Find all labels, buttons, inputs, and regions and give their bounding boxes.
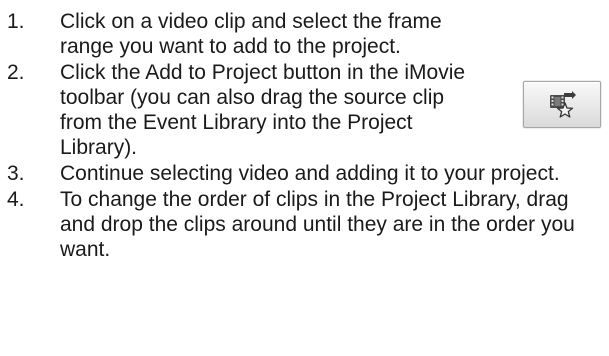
step-text: To change the order of clips in the Proj… xyxy=(60,188,575,261)
instruction-steps: 1. Click on a video clip and select the … xyxy=(0,9,609,262)
step-text: Click on a video clip and select the fra… xyxy=(60,10,442,58)
step-number: 1. xyxy=(7,10,25,33)
add-to-project-button[interactable] xyxy=(523,81,601,128)
step-number: 2. xyxy=(7,61,25,84)
step-text: Click the Add to Project button in the i… xyxy=(60,61,466,159)
step-1: 1. Click on a video clip and select the … xyxy=(0,9,609,59)
step-number: 4. xyxy=(7,188,25,211)
step-4: 4. To change the order of clips in the P… xyxy=(0,187,609,262)
step-text: Continue selecting video and adding it t… xyxy=(60,162,560,185)
step-number: 3. xyxy=(7,162,25,185)
step-3: 3. Continue selecting video and adding i… xyxy=(0,161,609,186)
step-2: 2. Click the Add to Project button in th… xyxy=(0,60,609,160)
add-to-project-icon xyxy=(550,90,576,118)
